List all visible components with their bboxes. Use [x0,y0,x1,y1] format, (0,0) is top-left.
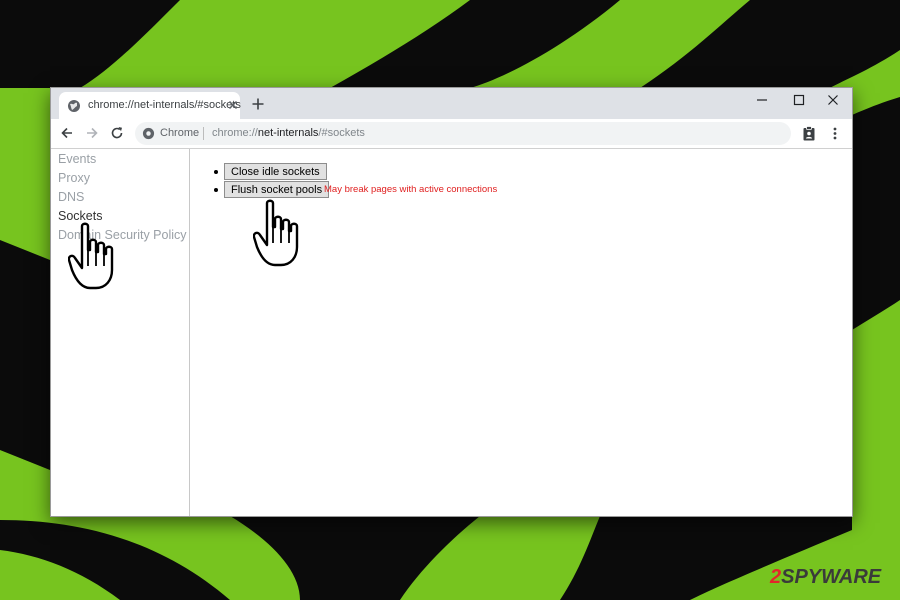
chrome-icon [142,127,155,140]
sidebar-item-proxy[interactable]: Proxy [58,171,90,185]
globe-icon [68,100,80,112]
maximize-icon[interactable] [792,93,806,107]
browser-window: chrome://net-internals/#sockets Chrome c… [50,87,853,517]
url-scheme: chrome:// [212,127,258,139]
omnibox-separator [203,127,204,140]
back-arrow-icon[interactable] [60,126,74,140]
url-host: net-internals [257,127,319,139]
watermark-digit: 2 [770,566,782,588]
sidebar-item-sockets[interactable]: Sockets [58,209,102,223]
page-content: Events Proxy DNS Sockets Domain Security… [51,149,852,516]
hand-pointer-cursor-icon [253,199,299,267]
watermark-text: SPYWARE [781,566,882,588]
net-internals-sidebar: Events Proxy DNS Sockets Domain Security… [51,149,190,516]
clipboard-user-icon[interactable] [802,126,816,141]
tab-strip: chrome://net-internals/#sockets [51,88,852,119]
close-idle-sockets-button[interactable]: Close idle sockets [224,163,327,180]
site-name: Chrome [160,127,200,139]
reload-icon[interactable] [110,126,124,140]
tab-net-internals[interactable]: chrome://net-internals/#sockets [59,92,241,119]
sidebar-item-dns[interactable]: DNS [58,190,84,204]
hand-pointer-cursor-icon [68,222,114,290]
list-bullet [214,188,218,192]
watermark-logo: 2SPYWARE [770,566,881,589]
close-window-icon[interactable] [826,93,840,107]
new-tab-plus-icon[interactable] [251,97,265,111]
url-text[interactable]: chrome://net-internals/#sockets [212,127,365,139]
tab-title: chrome://net-internals/#sockets [88,99,241,111]
tab-close-icon[interactable] [226,98,240,112]
list-bullet [214,170,218,174]
flush-warning-text: May break pages with active connections [324,184,498,195]
browser-toolbar: Chrome chrome://net-internals/#sockets [51,119,852,149]
minimize-icon[interactable] [755,93,769,107]
forward-arrow-icon[interactable] [85,126,99,140]
sidebar-item-events[interactable]: Events [58,152,96,166]
flush-socket-pools-button[interactable]: Flush socket pools [224,181,330,198]
more-vert-icon[interactable] [828,126,842,141]
address-bar[interactable]: Chrome chrome://net-internals/#sockets [135,122,791,145]
url-path: /#sockets [318,127,365,139]
